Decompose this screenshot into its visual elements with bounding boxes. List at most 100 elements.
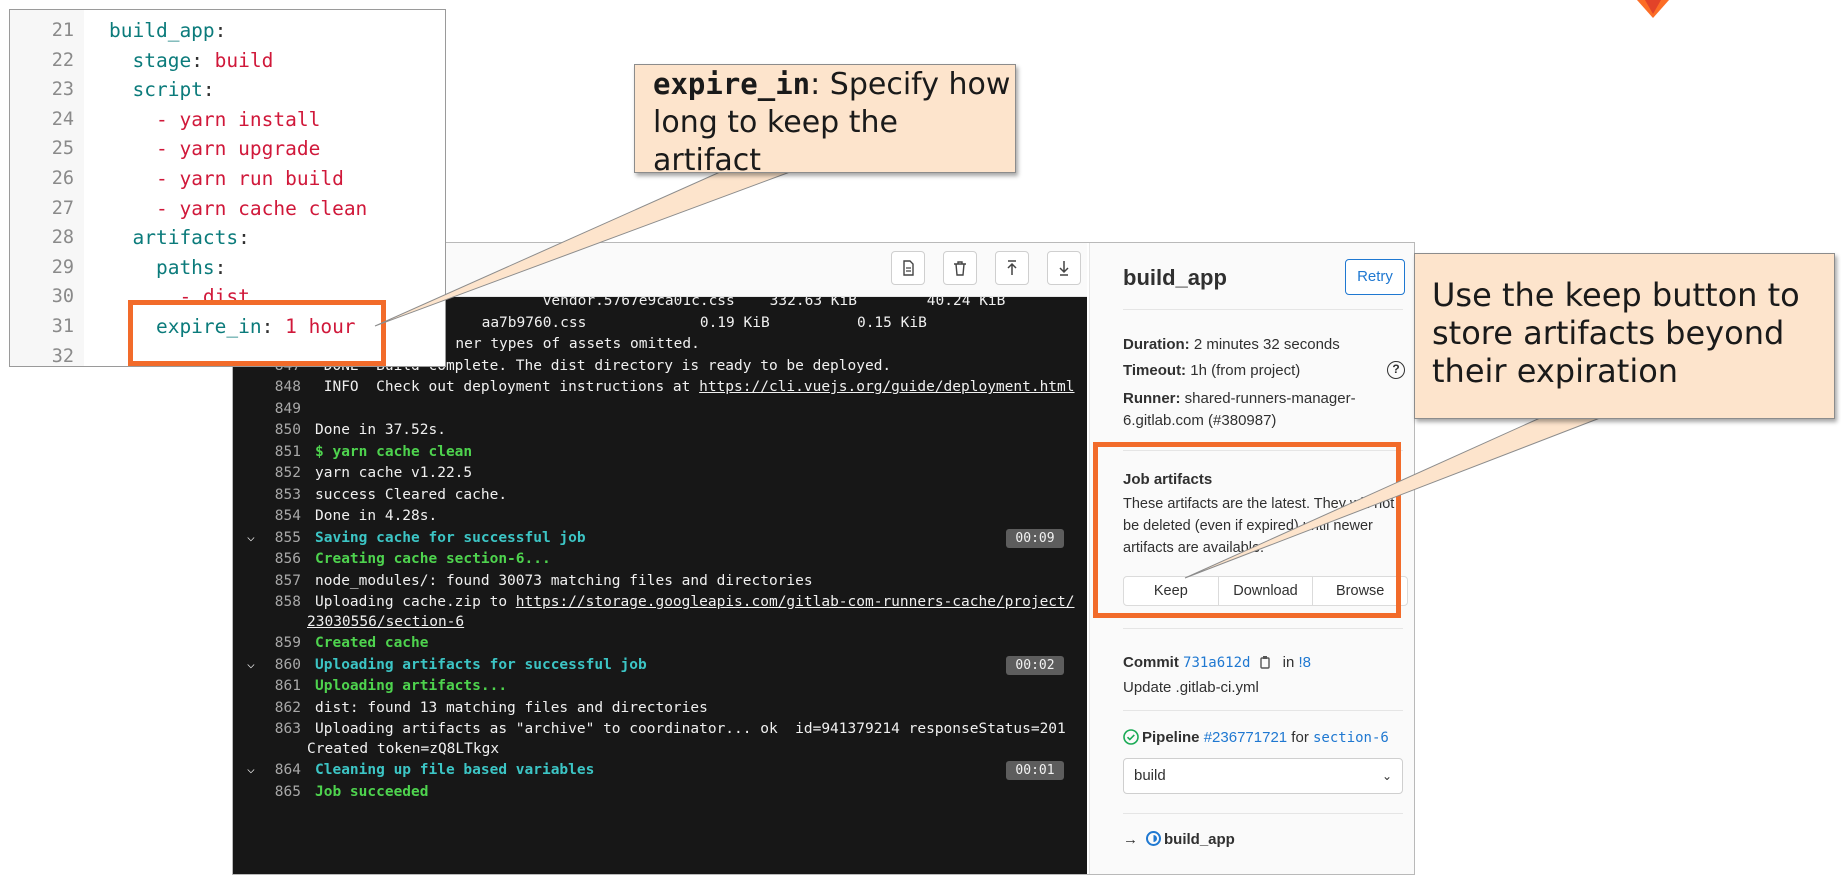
commit-label: Commit: [1123, 654, 1179, 671]
yaml-separator: -: [109, 196, 180, 220]
trash-icon: [954, 261, 966, 276]
log-line-text: Uploading artifacts...: [315, 678, 508, 694]
yaml-separator: :: [214, 19, 227, 42]
commit-message: Update .gitlab-ci.yml: [1123, 679, 1259, 696]
yaml-value: yarn cache clean: [179, 196, 368, 220]
log-line: 854 Done in 4.28s.: [233, 506, 1087, 526]
code-line-number: 22: [51, 49, 74, 71]
job-title: build_app: [1123, 265, 1227, 290]
log-line-number: 852: [274, 465, 301, 481]
stage-select[interactable]: build ⌄: [1123, 758, 1403, 794]
log-line: 862 dist: found 13 matching files and dir…: [233, 698, 1087, 718]
log-line: 853 success Cleared cache.: [233, 485, 1087, 505]
log-section-header[interactable]: ⌵ 864 Cleaning up file based variables 00:0…: [233, 760, 1087, 780]
log-line: 863 Uploading artifacts as "archive" to c…: [233, 719, 1087, 739]
section-duration-badge: 00:09: [1006, 528, 1064, 548]
log-line: 852 yarn cache v1.22.5: [233, 463, 1087, 483]
yaml-value: yarn upgrade: [179, 137, 321, 161]
code-line-number: 26: [51, 168, 74, 189]
keep-button-callout: Use the keep button to store artifacts b…: [1414, 253, 1835, 419]
code-line: 24 - yarn install: [10, 105, 445, 134]
current-job-row[interactable]: → build_app: [1123, 831, 1235, 848]
runner-label: Runner:: [1123, 390, 1181, 407]
status-success-icon: [1123, 729, 1139, 745]
yaml-value: build: [214, 48, 274, 72]
commit-row: Commit 731a612d in !8: [1123, 652, 1408, 674]
code-line-text: - yarn cache clean: [109, 194, 367, 223]
help-icon[interactable]: ?: [1387, 361, 1405, 379]
branch-link[interactable]: section-6: [1313, 730, 1389, 746]
job-artifacts-highlight: [1093, 442, 1401, 618]
section-duration-badge: 00:02: [1006, 655, 1064, 675]
code-line: 28 artifacts:: [10, 223, 445, 252]
log-line-number: 862: [274, 699, 301, 716]
log-line-text: Uploading cache.zip to: [315, 594, 516, 610]
runner-row: Runner: shared-runners-manager-6.gitlab.…: [1123, 388, 1373, 432]
yaml-separator: -: [109, 107, 180, 131]
chevron-down-icon[interactable]: ⌵: [247, 760, 261, 780]
divider: [1123, 309, 1403, 310]
code-line-number: 24: [51, 108, 74, 130]
pipeline-id-link[interactable]: #236771721: [1204, 729, 1287, 746]
log-line-text: Created token=zQ8LTkgx: [307, 740, 500, 757]
arrow-right-icon: →: [1123, 831, 1138, 848]
log-line-number: 858: [274, 594, 301, 610]
code-line: 26 - yarn run build: [10, 164, 445, 193]
yaml-value: yarn install: [179, 107, 321, 131]
log-section-header[interactable]: ⌵ 860 Uploading artifacts for successful j…: [233, 655, 1087, 675]
status-running-icon: [1146, 831, 1161, 846]
code-line-text: stage: build: [109, 46, 273, 75]
scroll-top-icon: [1007, 260, 1017, 275]
code-line: 27 - yarn cache clean: [10, 194, 445, 223]
log-line: 859 Created cache: [233, 633, 1087, 653]
commit-sha-link[interactable]: 731a612d: [1183, 655, 1250, 671]
timeout-label: Timeout:: [1123, 362, 1187, 379]
log-line-text: yarn cache v1.22.5: [315, 465, 473, 481]
code-line-number: 32: [51, 345, 74, 367]
erase-log-button[interactable]: [943, 251, 977, 285]
duration-label: Duration:: [1123, 336, 1190, 353]
log-line: 858 Uploading cache.zip to https://storag…: [233, 592, 1087, 612]
retry-button[interactable]: Retry: [1345, 259, 1405, 295]
merge-request-link[interactable]: !8: [1298, 654, 1311, 671]
expire-in-callout: expire_in: Specify how long to keep the …: [634, 64, 1016, 178]
log-line: 850 Done in 37.52s.: [233, 420, 1087, 440]
log-link[interactable]: https://cli.vuejs.org/guide/deployment.h…: [699, 379, 1074, 395]
log-link[interactable]: 23030556/section-6: [307, 612, 464, 632]
log-line-text: Saving cache for successful job: [315, 529, 586, 546]
log-line-text: Creating cache section-6...: [315, 551, 551, 567]
yaml-separator: -: [109, 137, 180, 161]
log-link[interactable]: https://storage.googleapis.com/gitlab-co…: [516, 594, 1075, 610]
log-line-text: Done in 37.52s.: [315, 422, 446, 438]
log-line: 857 node_modules/: found 30073 matching f…: [233, 571, 1087, 591]
code-line-text: - yarn install: [109, 105, 320, 134]
log-line-number: 857: [274, 572, 301, 589]
raw-log-button[interactable]: [891, 251, 925, 285]
pipeline-label: Pipeline: [1142, 729, 1200, 746]
log-section-header[interactable]: ⌵ 855 Saving cache for successful job 00:09: [233, 528, 1087, 548]
scroll-bottom-button[interactable]: [1047, 251, 1081, 285]
scroll-top-button[interactable]: [995, 251, 1029, 285]
copy-icon[interactable]: [1258, 655, 1272, 669]
timeout-row: Timeout: 1h (from project): [1123, 360, 1408, 382]
log-line-number: 853: [274, 486, 301, 503]
yaml-separator: :: [238, 226, 250, 250]
code-line: 22 stage: build: [10, 46, 445, 75]
log-line-text: $ yarn cache clean: [315, 443, 473, 460]
log-line-text: Uploading artifacts as "archive" to coor…: [315, 721, 1066, 737]
code-line: 25 - yarn upgrade: [10, 134, 445, 163]
log-line-text: Done in 4.28s.: [315, 508, 438, 524]
chevron-down-icon[interactable]: ⌵: [247, 528, 261, 548]
code-line-number: 30: [51, 286, 74, 308]
code-line-number: 29: [51, 256, 74, 278]
chevron-down-icon[interactable]: ⌵: [247, 655, 261, 675]
yaml-key: script: [109, 78, 203, 102]
code-line-number: 31: [51, 316, 74, 337]
log-line: 851 $ yarn cache clean: [233, 442, 1087, 462]
log-line-number: 851: [274, 443, 301, 460]
expire-in-code-term: expire_in: [653, 67, 811, 101]
raw-log-icon: [903, 260, 914, 276]
yaml-separator: :: [191, 48, 215, 72]
log-line-wrap: Created token=zQ8LTkgx: [233, 739, 1087, 759]
log-line-number: 859: [274, 635, 301, 651]
